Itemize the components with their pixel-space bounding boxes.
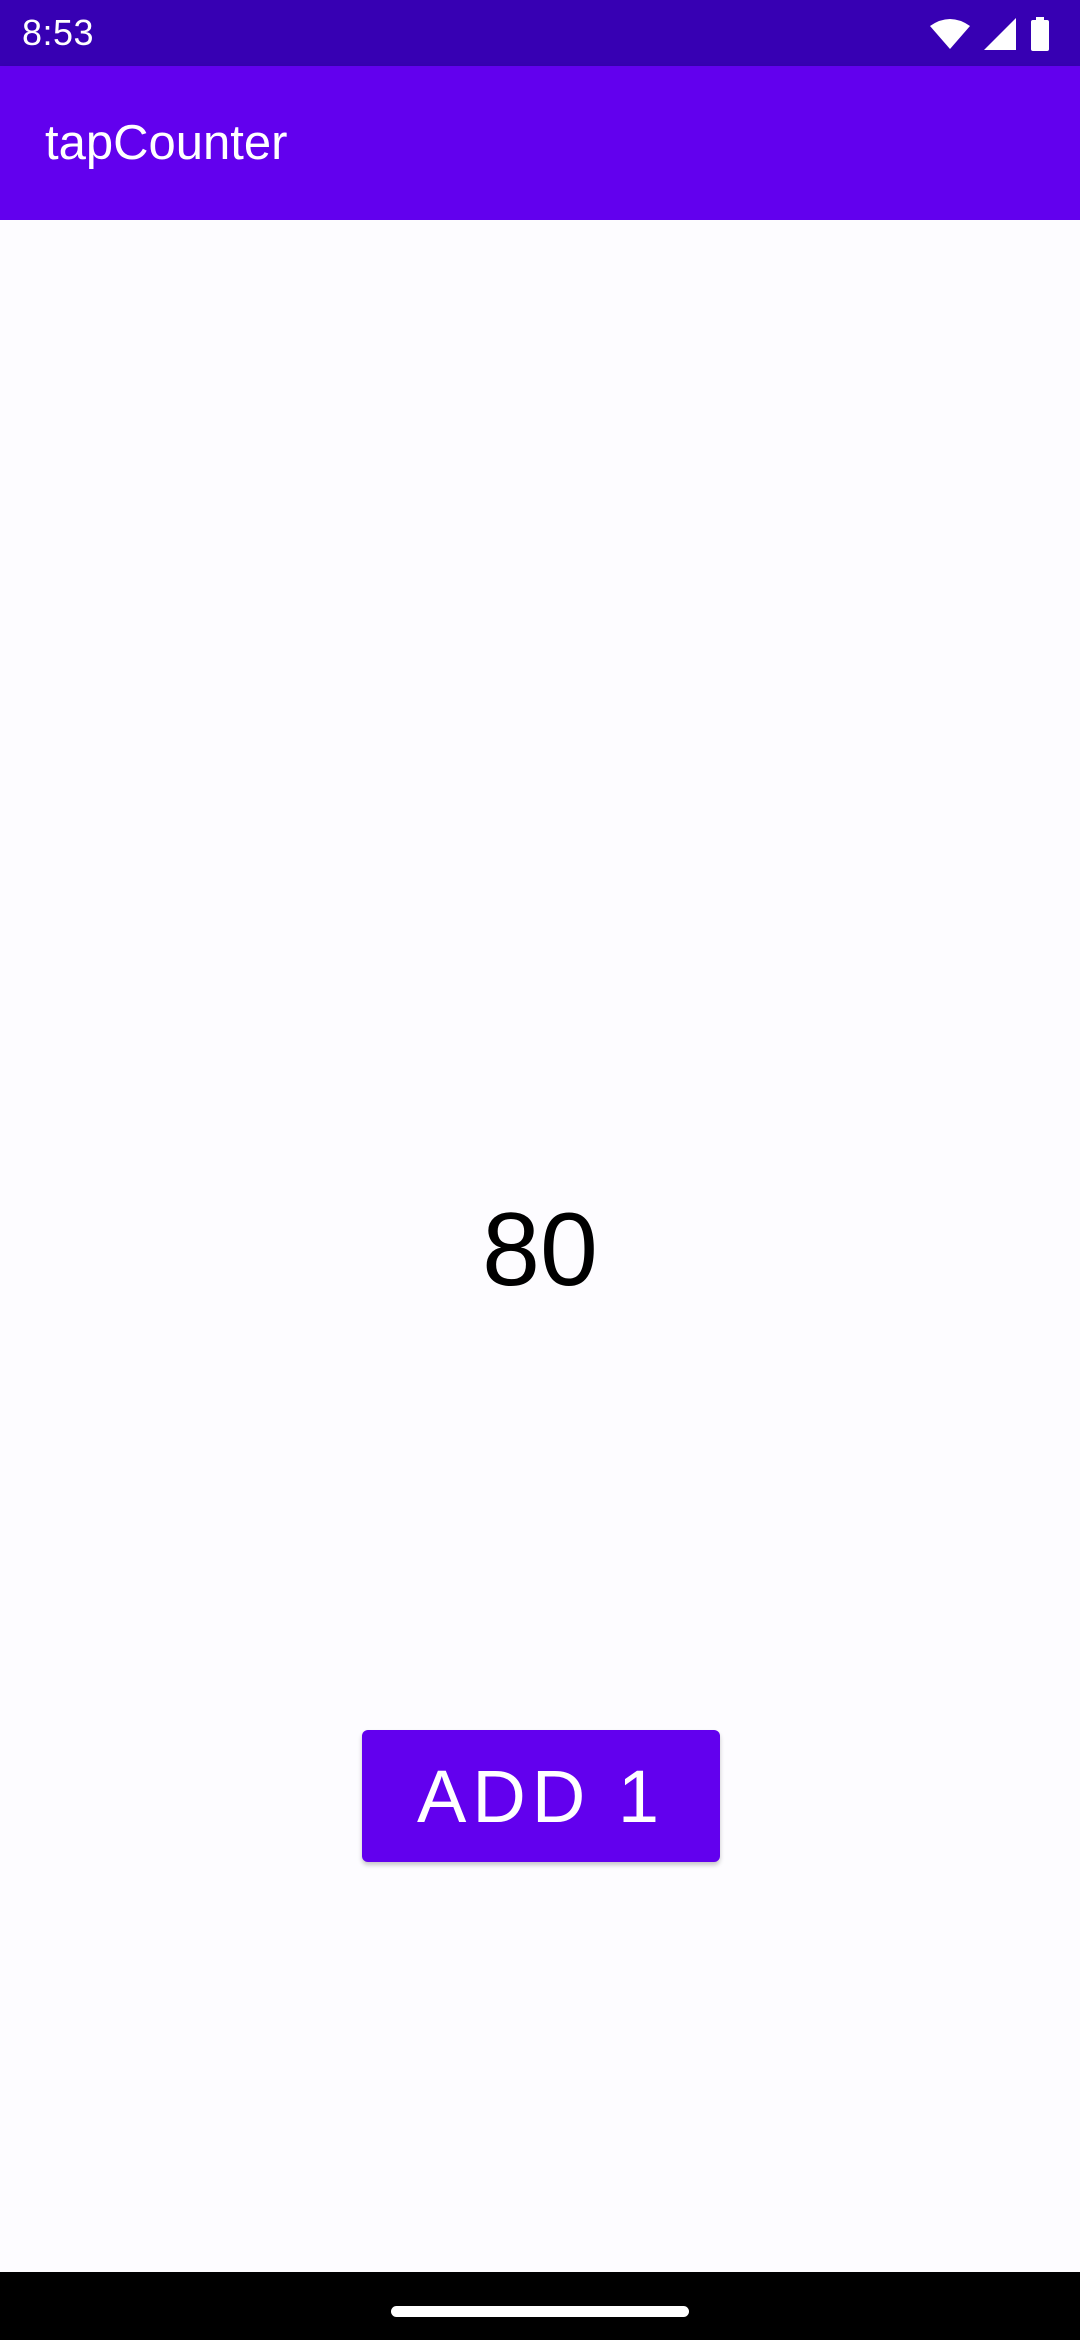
app-bar: tapCounter <box>0 66 1080 220</box>
cellular-signal-icon <box>984 18 1016 50</box>
add-one-button[interactable]: ADD 1 <box>362 1730 720 1862</box>
wifi-icon <box>930 18 970 50</box>
navigation-bar <box>0 2272 1080 2340</box>
app-title: tapCounter <box>45 116 288 170</box>
status-bar: 8:53 <box>0 0 1080 66</box>
counter-value: 80 <box>482 1192 598 1308</box>
home-gesture-handle[interactable] <box>391 2306 689 2317</box>
status-time: 8:53 <box>22 12 95 53</box>
battery-icon <box>1030 17 1050 51</box>
status-icons <box>930 16 1050 52</box>
main-content: 80 ADD 1 <box>0 220 1080 2272</box>
